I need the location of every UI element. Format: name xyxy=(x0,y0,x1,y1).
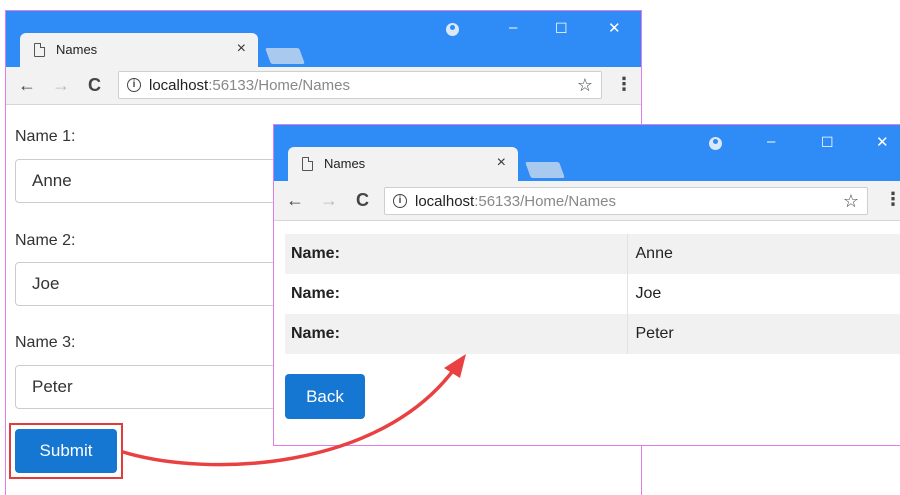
tab-title: Names xyxy=(56,42,98,57)
tab-title: Names xyxy=(324,156,366,171)
address-bar[interactable]: i localhost:56133/Home/Names ☆ xyxy=(384,187,868,215)
menu-icon[interactable]: ⋮ xyxy=(615,74,633,95)
minimize-icon[interactable]: – xyxy=(509,19,517,36)
name-2-input[interactable]: Joe xyxy=(15,262,315,306)
address-bar[interactable]: i localhost:56133/Home/Names ☆ xyxy=(118,71,602,99)
table-row: Name: Anne xyxy=(285,234,900,274)
reload-icon[interactable]: C xyxy=(356,190,369,211)
title-bar: Names × – ☐ ✕ xyxy=(6,11,641,67)
profile-icon[interactable] xyxy=(709,137,722,150)
name-3-label: Name 3: xyxy=(15,334,76,351)
close-window-icon[interactable]: ✕ xyxy=(876,133,889,151)
tab-close-icon[interactable]: × xyxy=(497,154,506,172)
table-row: Name: Joe xyxy=(285,274,900,314)
maximize-icon[interactable]: ☐ xyxy=(555,20,568,37)
bookmark-star-icon[interactable]: ☆ xyxy=(843,191,859,212)
back-arrow-icon[interactable]: ← xyxy=(286,190,304,211)
profile-icon[interactable] xyxy=(446,23,459,36)
names-table: Name: Anne Name: Joe Name: Peter xyxy=(285,234,900,354)
name-value: Peter xyxy=(626,314,900,354)
toolbar: ← → C i localhost:56133/Home/Names ☆ ⋮ xyxy=(274,181,900,221)
url-text: localhost:56133/Home/Names xyxy=(415,193,616,210)
name-2-label: Name 2: xyxy=(15,232,76,249)
page-icon xyxy=(34,43,45,57)
tab-close-icon[interactable]: × xyxy=(237,40,246,58)
submit-button[interactable]: Submit xyxy=(15,429,117,473)
new-tab-button[interactable] xyxy=(525,162,565,178)
browser-tab[interactable]: Names × xyxy=(20,33,258,67)
url-text: localhost:56133/Home/Names xyxy=(149,77,350,94)
info-icon[interactable]: i xyxy=(127,78,141,92)
menu-icon[interactable]: ⋮ xyxy=(884,189,900,210)
name-value: Joe xyxy=(626,274,900,314)
browser-window-results: Names × – ☐ ✕ ← → C i localhost:56133/Ho… xyxy=(273,124,900,446)
toolbar: ← → C i localhost:56133/Home/Names ☆ ⋮ xyxy=(6,67,641,105)
maximize-icon[interactable]: ☐ xyxy=(821,134,834,151)
minimize-icon[interactable]: – xyxy=(767,133,775,150)
new-tab-button[interactable] xyxy=(265,48,305,64)
name-key: Name: xyxy=(285,234,627,274)
close-window-icon[interactable]: ✕ xyxy=(608,19,621,37)
back-button[interactable]: Back xyxy=(285,374,365,419)
page-icon xyxy=(302,157,313,171)
forward-arrow-icon[interactable]: → xyxy=(52,75,70,96)
name-3-input[interactable]: Peter xyxy=(15,365,315,409)
name-1-label: Name 1: xyxy=(15,128,76,145)
back-arrow-icon[interactable]: ← xyxy=(18,75,36,96)
table-row: Name: Peter xyxy=(285,314,900,354)
name-key: Name: xyxy=(291,285,340,302)
name-key: Name: xyxy=(285,314,627,354)
title-bar: Names × – ☐ ✕ xyxy=(274,125,900,181)
info-icon[interactable]: i xyxy=(393,194,407,208)
browser-tab[interactable]: Names × xyxy=(288,147,518,181)
forward-arrow-icon[interactable]: → xyxy=(320,190,338,211)
bookmark-star-icon[interactable]: ☆ xyxy=(577,75,593,96)
reload-icon[interactable]: C xyxy=(88,75,101,96)
name-1-input[interactable]: Anne xyxy=(15,159,315,203)
name-value: Anne xyxy=(626,234,900,274)
